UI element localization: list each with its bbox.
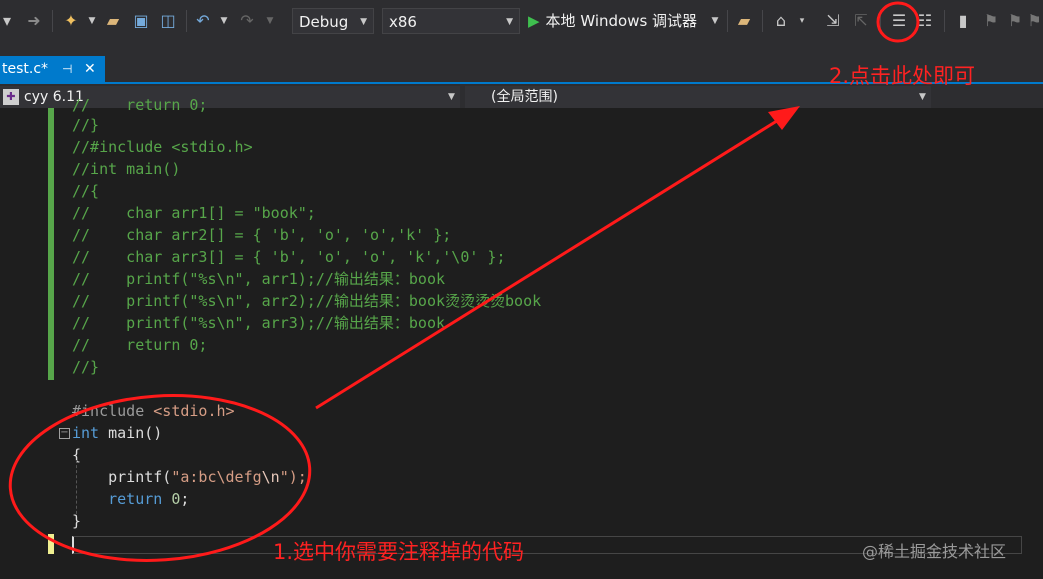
step-over-icon[interactable]: ⇱ [850,10,872,32]
home-icon[interactable]: ⌂ [770,10,792,32]
project-dropdown[interactable]: ✚ cyy 6.11 ▼ [0,86,460,108]
scope-label: (全局范围) [491,89,558,105]
open-folder-icon[interactable]: ▰ [102,10,124,32]
toolbar-separator [52,10,53,32]
comment-out-lines-icon[interactable]: ☰ [888,10,910,32]
chevron-down-icon: ▼ [506,17,513,27]
tab-test-c[interactable]: test.c* ⊣ ✕ [0,56,105,82]
chevron-down-icon[interactable]: ▼ [709,10,721,32]
redo-icon[interactable]: ↷ [236,10,258,32]
code-line: //int main() [72,160,181,178]
next-bookmark-icon[interactable]: ⚑ [1004,10,1026,32]
toolbar-separator [727,10,728,32]
close-icon[interactable]: ✕ [84,56,96,82]
code-line: printf("a:bc\defg\n"); [72,466,307,488]
step-into-icon[interactable]: ⇲ [822,10,844,32]
code-line: return 0; [72,488,189,510]
toolbar-separator [762,10,763,32]
string-token: "a:bc\defg [171,468,262,486]
escape-token: \n [261,468,280,486]
toolbar-separator [186,10,187,32]
bookmark-icon[interactable]: ▮ [952,10,974,32]
code-line: #include <stdio.h> [72,400,235,422]
chevron-down-icon: ▼ [360,17,367,27]
find-in-files-icon[interactable]: ▰ [733,10,755,32]
play-icon: ▶ [528,12,540,30]
undo-icon[interactable]: ↶ [192,10,214,32]
tab-label: test.c* [2,61,49,77]
chevron-down-icon[interactable]: ▼ [218,10,230,32]
keyword-token: return [72,490,172,508]
code-token: main() [99,424,163,442]
watermark: @稀土掘金技术社区 [862,542,1007,561]
start-debugging-button[interactable]: ▶ 本地 Windows 调试器 [528,8,697,34]
line-margin [0,108,46,579]
changed-lines-indicator [48,108,54,380]
folder-bookmark-icon[interactable]: ⚑ [1026,10,1043,32]
platform-value: x86 [389,13,417,31]
code-line: //{ [72,182,100,200]
toolbar-separator [880,10,881,32]
chevron-down-icon[interactable]: ▼ [264,10,276,32]
code-line: //} [72,358,100,376]
prev-bookmark-icon[interactable]: ⚑ [980,10,1002,32]
toolbar: ▾ ➜ ✦ ▼ ▰ ▣ ◫ ↶ ▼ ↷ ▼ Debug ▼ x86 ▼ ▶ 本地 … [0,0,1043,44]
toolbar-separator [944,10,945,32]
code-line: int main() [72,422,162,444]
string-token: "); [279,468,307,486]
run-label: 本地 Windows 调试器 [545,12,698,30]
config-dropdown[interactable]: Debug ▼ [292,8,374,34]
code-line: } [72,512,82,530]
code-token: printf( [72,468,172,486]
dropdown-arrow-icon[interactable]: ▾ [0,10,14,32]
pin-icon[interactable]: ⊣ [62,56,72,82]
code-token: ; [180,490,190,508]
new-project-icon[interactable]: ✦ [60,10,82,32]
annotation-step-2: 2.点击此处即可 [829,64,976,88]
code-line: // char arr2[] = { 'b', 'o', 'o','k' }; [72,226,452,244]
save-icon[interactable]: ▣ [130,10,152,32]
code-editor[interactable]: // return 0; //} //#include <stdio.h> //… [0,96,1043,579]
annotation-step-1: 1.选中你需要注释掉的代码 [273,540,525,564]
header-token: <stdio.h> [153,402,235,420]
preprocessor-token: #include [72,402,154,420]
code-line: //#include <stdio.h> [72,138,253,156]
collapse-toggle-icon[interactable]: − [59,428,70,439]
forward-icon[interactable]: ➜ [24,10,44,32]
project-icon: ✚ [3,89,19,105]
code-line: // printf("%s\n", arr3);//输出结果：book [72,314,446,332]
keyword-token: int [72,424,100,442]
code-line: // char arr1[] = "book"; [72,204,316,222]
uncomment-lines-icon[interactable]: ☷ [914,10,936,32]
code-line: // printf("%s\n", arr1);//输出结果：book [72,270,446,288]
chevron-down-icon[interactable]: ▾ [796,10,808,32]
code-line: // return 0; [72,96,208,114]
platform-dropdown[interactable]: x86 ▼ [382,8,520,34]
code-line: // char arr3[] = { 'b', 'o', 'o', 'k','\… [72,248,506,266]
chevron-down-icon[interactable]: ▼ [86,10,98,32]
code-line: //} [72,116,100,134]
code-line: // return 0; [72,336,208,354]
config-value: Debug [299,13,349,31]
unsaved-lines-indicator [48,534,54,554]
save-all-icon[interactable]: ◫ [156,10,180,32]
chevron-down-icon: ▼ [448,92,455,102]
code-line: // printf("%s\n", arr2);//输出结果：book烫烫烫烫b… [72,292,542,310]
